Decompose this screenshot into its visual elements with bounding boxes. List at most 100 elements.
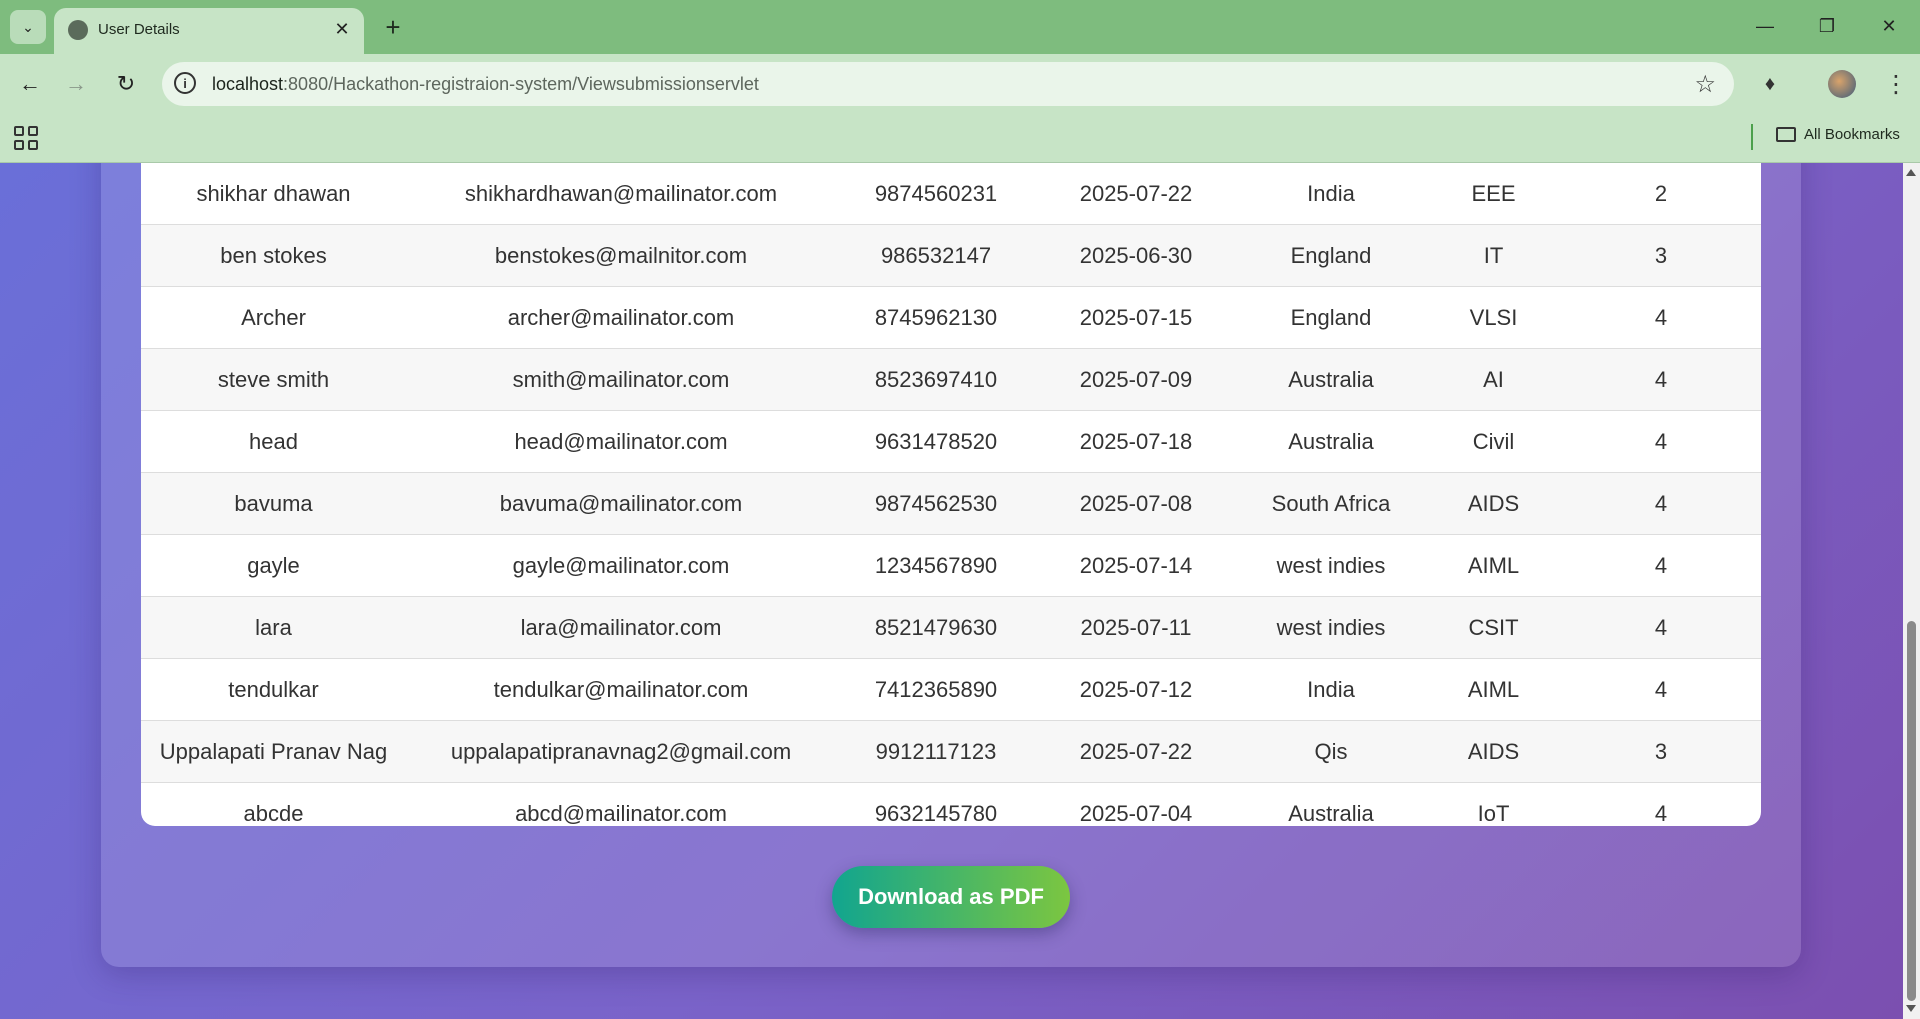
page-scrollbar[interactable] [1903, 163, 1920, 1019]
table-row: abcde abcd@mailinator.com 9632145780 2025-0… [141, 783, 1761, 827]
cell-team-size: 4 [1561, 348, 1761, 411]
page-viewport: shikhar dhawan shikhardhawan@mailinator.c… [0, 163, 1903, 1019]
forward-arrow-icon[interactable]: → [60, 68, 92, 100]
new-tab-button[interactable]: + [378, 12, 408, 42]
chevron-down-icon: ⌄ [22, 18, 34, 35]
cell-email: lara@mailinator.com [406, 596, 836, 659]
cell-phone: 8745962130 [836, 286, 1036, 349]
extensions-icon[interactable]: ♦ [1754, 68, 1786, 100]
cell-date: 2025-07-14 [1036, 534, 1236, 597]
cell-name: bavuma [141, 472, 406, 535]
cell-email: gayle@mailinator.com [406, 534, 836, 597]
cell-date: 2025-07-09 [1036, 348, 1236, 411]
cell-phone: 9631478520 [836, 410, 1036, 473]
cell-email: uppalapatipranavnag2@gmail.com [406, 720, 836, 783]
site-info-icon[interactable]: i [174, 72, 196, 94]
browser-toolbar: ← → ↻ i localhost:8080/Hackathon-registr… [0, 54, 1920, 114]
cell-branch: EEE [1426, 163, 1561, 225]
cell-phone: 9912117123 [836, 720, 1036, 783]
table-row: shikhar dhawan shikhardhawan@mailinator.c… [141, 163, 1761, 225]
cell-name: abcde [243, 800, 304, 826]
cell-date: 2025-07-11 [1036, 596, 1236, 659]
apps-grid-icon[interactable] [14, 126, 38, 150]
cell-branch: AIDS [1426, 720, 1561, 783]
cell-email: abcd@mailinator.com [515, 800, 727, 826]
cell-email: smith@mailinator.com [406, 348, 836, 411]
cell-phone: 986532147 [836, 224, 1036, 287]
reload-icon[interactable]: ↻ [110, 68, 142, 100]
cell-date: 2025-07-04 [1079, 800, 1193, 826]
cell-team-size: 4 [1561, 658, 1761, 721]
table-row: ben stokes benstokes@mailnitor.com 9865321… [141, 224, 1761, 287]
cell-team-size: 4 [1654, 800, 1668, 826]
cell-date: 2025-07-15 [1036, 286, 1236, 349]
table-row: lara lara@mailinator.com 8521479630 2025-07… [141, 596, 1761, 659]
cell-name: head [141, 410, 406, 473]
browser-tab[interactable]: User Details ✕ [54, 8, 364, 54]
profile-avatar[interactable] [1828, 70, 1856, 98]
cell-phone: 9632145780 [874, 800, 998, 826]
cell-name: steve smith [141, 348, 406, 411]
bookmarks-divider [1751, 124, 1753, 150]
cell-team-size: 4 [1561, 534, 1761, 597]
menu-kebab-icon[interactable]: ⋮ [1880, 68, 1912, 100]
address-bar[interactable]: i localhost:8080/Hackathon-registraion-s… [162, 62, 1734, 106]
cell-date: 2025-07-18 [1036, 410, 1236, 473]
table-row: steve smith smith@mailinator.com 852369741… [141, 348, 1761, 411]
back-arrow-icon[interactable]: ← [14, 68, 46, 100]
scroll-down-arrow-icon[interactable] [1906, 1005, 1916, 1012]
cell-team-size: 4 [1561, 472, 1761, 535]
cell-country: Australia [1236, 348, 1426, 411]
cell-team-size: 4 [1561, 410, 1761, 473]
scrollbar-thumb[interactable] [1907, 621, 1916, 1001]
cell-country: Qis [1236, 720, 1426, 783]
all-bookmarks-label: All Bookmarks [1804, 126, 1900, 143]
bookmark-star-icon[interactable]: ☆ [1694, 70, 1716, 99]
cell-branch: IT [1426, 224, 1561, 287]
cell-team-size: 4 [1561, 596, 1761, 659]
cell-team-size: 3 [1561, 224, 1761, 287]
cell-name: ben stokes [141, 224, 406, 287]
close-window-button[interactable]: ✕ [1866, 6, 1912, 46]
tab-strip: ⌄ User Details ✕ + — ❐ ✕ [0, 0, 1920, 54]
bookmarks-bar: All Bookmarks [0, 114, 1920, 163]
globe-icon [68, 20, 88, 40]
cell-email: shikhardhawan@mailinator.com [406, 163, 836, 225]
cell-branch: AIDS [1426, 472, 1561, 535]
url-text[interactable]: localhost:8080/Hackathon-registraion-sys… [212, 74, 759, 95]
submissions-table-container: shikhar dhawan shikhardhawan@mailinator.c… [141, 163, 1761, 826]
cell-date: 2025-07-12 [1036, 658, 1236, 721]
cell-team-size: 2 [1561, 163, 1761, 225]
cell-name: gayle [141, 534, 406, 597]
download-pdf-button[interactable]: Download as PDF [832, 866, 1070, 928]
cell-date: 2025-07-08 [1036, 472, 1236, 535]
cell-branch: AIML [1426, 534, 1561, 597]
cell-country: India [1236, 163, 1426, 225]
table-row: bavuma bavuma@mailinator.com 9874562530 202… [141, 472, 1761, 535]
cell-email: benstokes@mailnitor.com [406, 224, 836, 287]
cell-branch: VLSI [1426, 286, 1561, 349]
cell-branch: IoT [1477, 800, 1510, 826]
cell-country: England [1236, 224, 1426, 287]
scroll-up-arrow-icon[interactable] [1906, 169, 1916, 176]
restore-button[interactable]: ❐ [1804, 6, 1850, 46]
cell-name: tendulkar [141, 658, 406, 721]
cell-branch: CSIT [1426, 596, 1561, 659]
minimize-button[interactable]: — [1742, 6, 1788, 46]
cell-email: archer@mailinator.com [406, 286, 836, 349]
cell-email: head@mailinator.com [406, 410, 836, 473]
cell-email: bavuma@mailinator.com [406, 472, 836, 535]
folder-icon [1776, 127, 1796, 142]
cell-phone: 8523697410 [836, 348, 1036, 411]
tab-title: User Details [98, 21, 180, 38]
submissions-table: shikhar dhawan shikhardhawan@mailinator.c… [141, 163, 1761, 826]
cell-country: west indies [1236, 534, 1426, 597]
tab-search-button[interactable]: ⌄ [10, 10, 46, 44]
cell-country: west indies [1236, 596, 1426, 659]
all-bookmarks-button[interactable]: All Bookmarks [1776, 126, 1900, 143]
cell-team-size: 3 [1561, 720, 1761, 783]
close-tab-icon[interactable]: ✕ [330, 17, 354, 41]
cell-email: tendulkar@mailinator.com [406, 658, 836, 721]
cell-country: South Africa [1236, 472, 1426, 535]
cell-name: lara [141, 596, 406, 659]
